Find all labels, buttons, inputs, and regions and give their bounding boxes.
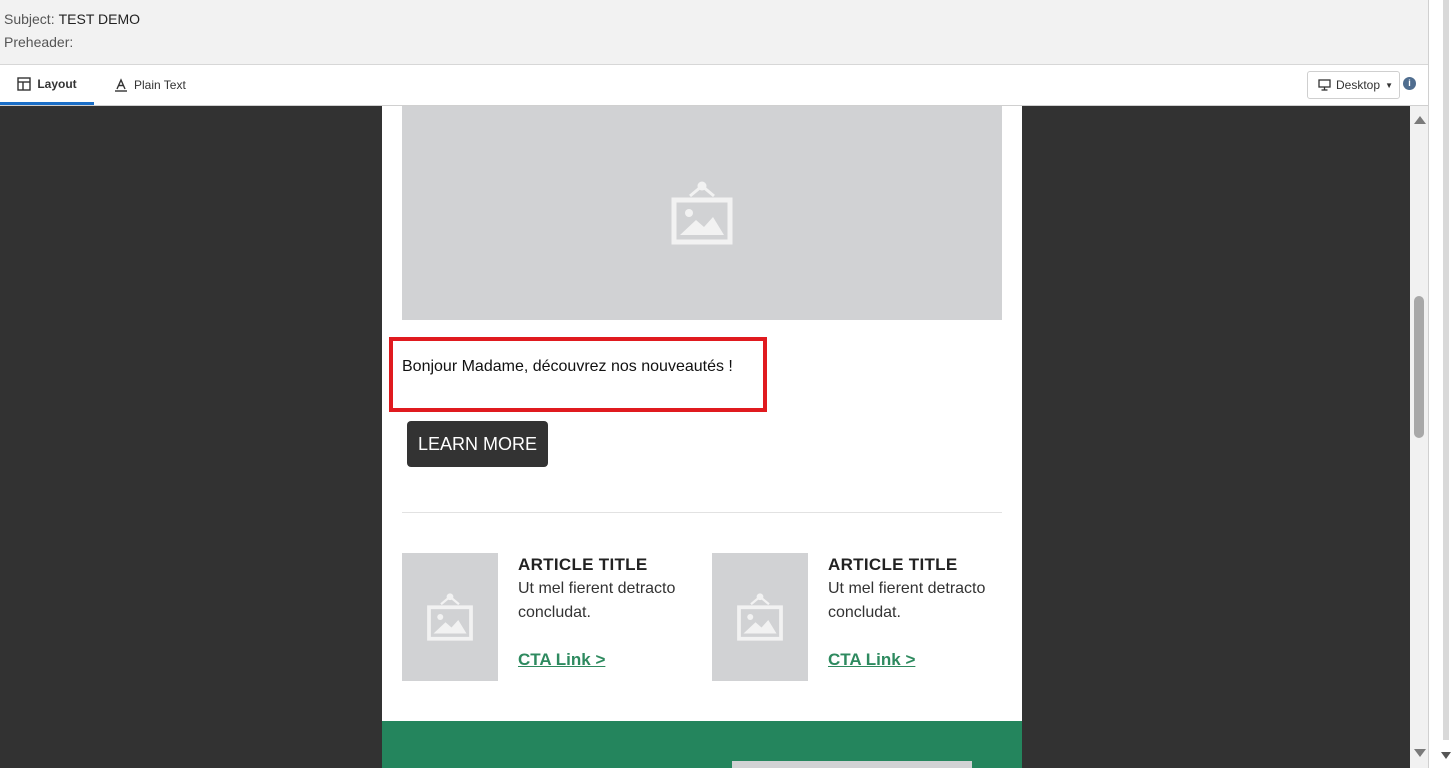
- preheader-label: Preheader:: [4, 34, 74, 50]
- preview-scrollbar[interactable]: [1410, 106, 1428, 768]
- image-placeholder-icon: [670, 180, 734, 246]
- preheader-row: Preheader:: [4, 34, 77, 50]
- tab-layout[interactable]: Layout: [0, 65, 94, 105]
- image-placeholder-icon: [736, 592, 784, 642]
- tab-plain-text[interactable]: Plain Text: [114, 65, 186, 104]
- desktop-icon: [1318, 79, 1331, 91]
- hero-image-placeholder[interactable]: [402, 106, 1002, 320]
- article-card: ARTICLE TITLE Ut mel fierent detracto co…: [712, 553, 1012, 683]
- footer-image-placeholder[interactable]: [732, 761, 972, 768]
- greeting-text[interactable]: Bonjour Madame, découvrez nos nouveautés…: [402, 358, 733, 376]
- article-title: ARTICLE TITLE: [828, 555, 958, 574]
- subject-value[interactable]: TEST DEMO: [59, 11, 140, 27]
- tab-layout-label: Layout: [37, 76, 77, 91]
- subject-label: Subject:: [4, 11, 55, 27]
- article-cta-link[interactable]: CTA Link >: [828, 650, 915, 670]
- info-icon[interactable]: i: [1403, 77, 1416, 90]
- article-card: ARTICLE TITLE Ut mel fierent detracto co…: [402, 553, 702, 683]
- divider: [402, 512, 1002, 513]
- layout-icon: [17, 76, 37, 91]
- article-title: ARTICLE TITLE: [518, 555, 648, 574]
- view-tabs: Layout Plain Text Desktop ▼ i: [0, 65, 1428, 106]
- chevron-down-icon: ▼: [1385, 80, 1393, 90]
- outer-scroll-track: [1443, 0, 1449, 740]
- article-body: Ut mel fierent detracto concludat.: [828, 580, 986, 621]
- email-header: Subject: TEST DEMO Preheader:: [0, 0, 1428, 65]
- footer-section: [382, 721, 1022, 768]
- scroll-down-icon[interactable]: [1414, 749, 1426, 757]
- text-icon: [114, 77, 134, 92]
- window-edge: [1428, 0, 1452, 768]
- scrollbar-thumb[interactable]: [1414, 296, 1424, 438]
- article-body: Ut mel fierent detracto concludat.: [518, 580, 676, 621]
- email-body: Bonjour Madame, découvrez nos nouveautés…: [382, 106, 1022, 768]
- subject-row: Subject: TEST DEMO: [4, 11, 140, 27]
- tab-plain-text-label: Plain Text: [134, 77, 186, 92]
- article-image-placeholder[interactable]: [712, 553, 808, 681]
- scroll-up-icon[interactable]: [1414, 116, 1426, 124]
- preview-canvas: Bonjour Madame, découvrez nos nouveautés…: [0, 106, 1410, 768]
- device-select[interactable]: Desktop ▼: [1307, 71, 1400, 99]
- image-placeholder-icon: [426, 592, 474, 642]
- article-image-placeholder[interactable]: [402, 553, 498, 681]
- learn-more-button[interactable]: LEARN MORE: [407, 421, 548, 467]
- outer-scroll-down-icon[interactable]: [1441, 752, 1451, 759]
- article-cta-link[interactable]: CTA Link >: [518, 650, 605, 670]
- device-select-value: Desktop: [1336, 78, 1381, 92]
